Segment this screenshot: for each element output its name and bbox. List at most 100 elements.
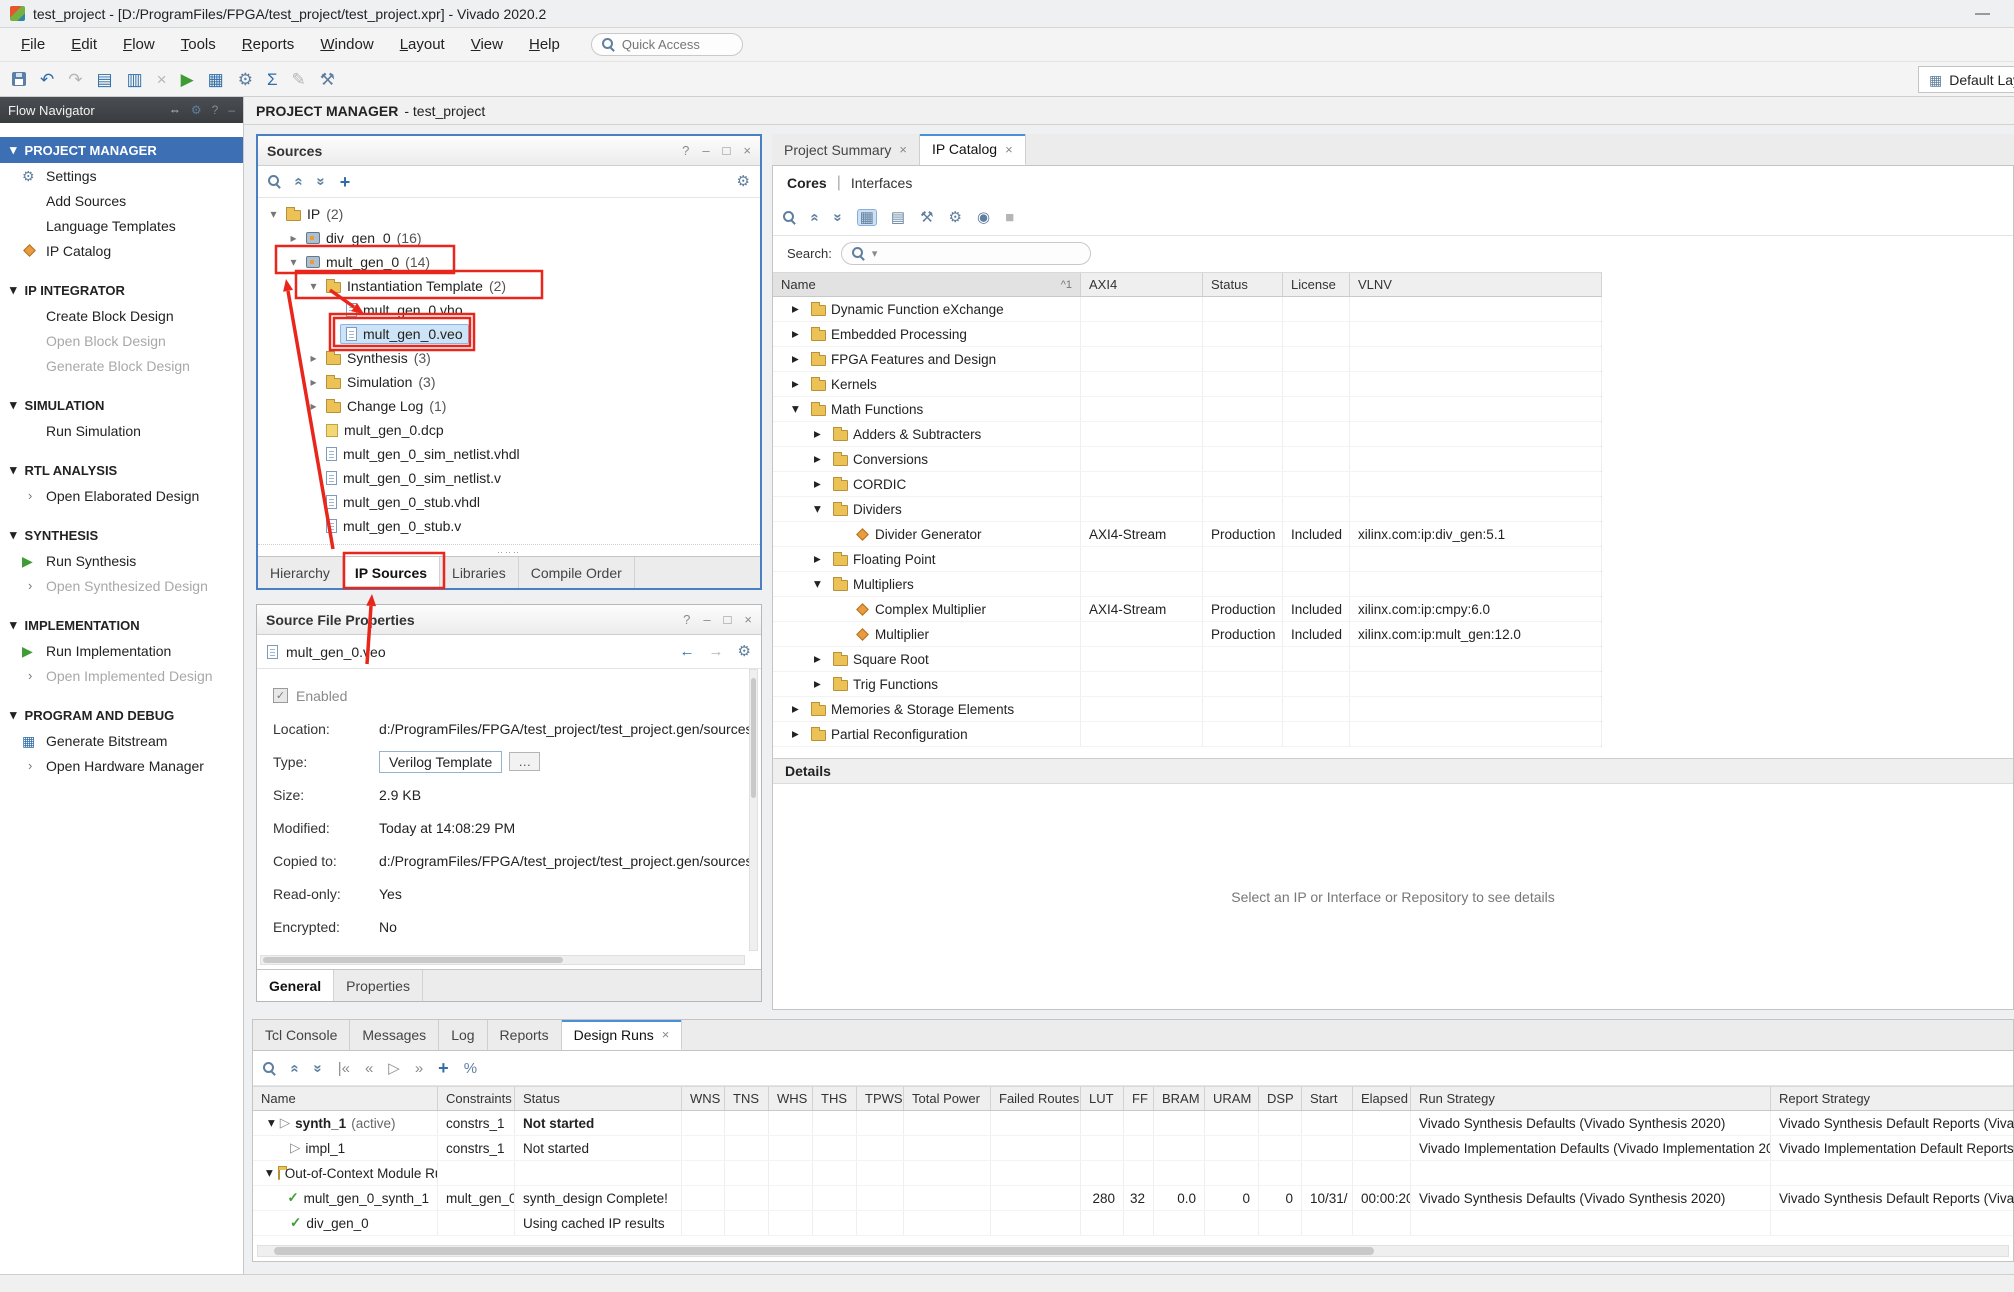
- splitter-handle[interactable]: ‥‥‥: [258, 544, 760, 556]
- tab-libraries[interactable]: Libraries: [440, 557, 519, 588]
- flow-section-rtl-analysis[interactable]: ▾RTL ANALYSIS: [0, 457, 243, 483]
- save-icon[interactable]: [12, 72, 26, 86]
- menu-file[interactable]: File: [8, 31, 58, 58]
- close-icon[interactable]: ×: [1005, 142, 1013, 157]
- flow-item-create-block-design[interactable]: Create Block Design: [0, 303, 243, 328]
- chevron-down-icon[interactable]: ▾: [792, 401, 806, 417]
- column-header-tpws[interactable]: TPWS: [857, 1087, 904, 1110]
- run-icon[interactable]: ▶: [181, 71, 194, 88]
- properties-hscrollbar[interactable]: [260, 955, 745, 965]
- column-header-whs[interactable]: WHS: [769, 1087, 813, 1110]
- run-toggle-icon[interactable]: ▷: [280, 1116, 290, 1130]
- expand-all-icon[interactable]: »: [314, 177, 329, 185]
- redo-icon[interactable]: ↷: [68, 71, 82, 88]
- layout-grid-icon[interactable]: ▦: [208, 71, 224, 88]
- chevron-right-icon[interactable]: ▸: [814, 451, 828, 467]
- run-toggle-icon[interactable]: ▷: [290, 1141, 300, 1155]
- sum-icon[interactable]: Σ: [267, 71, 278, 88]
- help-icon[interactable]: ?: [212, 104, 219, 116]
- column-header-report-strategy[interactable]: Report Strategy: [1771, 1087, 2014, 1110]
- flow-item-settings[interactable]: ⚙Settings: [0, 163, 243, 188]
- chevron-down-icon[interactable]: ▾: [266, 1165, 273, 1181]
- flow-item-open-elaborated-design[interactable]: ›Open Elaborated Design: [0, 483, 243, 508]
- collapse-all-icon[interactable]: «: [808, 213, 823, 221]
- minimize-icon[interactable]: –: [228, 104, 235, 116]
- flow-item-run-simulation[interactable]: Run Simulation: [0, 418, 243, 443]
- tab-tcl-console[interactable]: Tcl Console: [253, 1020, 350, 1050]
- run-row[interactable]: ▾Out-of-Context Module Runs: [253, 1161, 2013, 1186]
- collapse-all-icon[interactable]: «: [288, 1064, 303, 1072]
- tab-compile-order[interactable]: Compile Order: [519, 557, 635, 588]
- flow-item-run-synthesis[interactable]: ▶Run Synthesis: [0, 548, 243, 573]
- close-icon[interactable]: ×: [743, 144, 751, 157]
- chevron-right-icon[interactable]: ▸: [814, 426, 828, 442]
- chevron-down-icon[interactable]: ▾: [268, 1115, 275, 1131]
- tab-project-summary[interactable]: Project Summary×: [772, 134, 920, 165]
- tree-row[interactable]: ▸Simulation(3): [258, 370, 760, 394]
- tab-reports[interactable]: Reports: [488, 1020, 562, 1050]
- column-header-axi4[interactable]: AXI4: [1081, 273, 1203, 296]
- chevron-down-icon[interactable]: ▾: [306, 279, 321, 293]
- settings-icon[interactable]: ⚙: [737, 174, 750, 189]
- tree-item[interactable]: mult_gen_0_sim_netlist.vhdl: [321, 445, 525, 463]
- tree-item[interactable]: Change Log(1): [321, 397, 451, 415]
- catalog-row[interactable]: ▸Adders & Subtracters: [773, 422, 1601, 447]
- flow-item-generate-block-design[interactable]: Generate Block Design: [0, 353, 243, 378]
- tree-item[interactable]: IP(2): [281, 205, 348, 223]
- chevron-right-icon[interactable]: ▸: [814, 676, 828, 692]
- tree-row[interactable]: mult_gen_0_stub.v: [258, 514, 760, 538]
- expand-all-icon[interactable]: »: [831, 213, 846, 221]
- tree-item[interactable]: Synthesis(3): [321, 349, 436, 367]
- tab-general[interactable]: General: [257, 970, 334, 1001]
- delete-icon[interactable]: ×: [157, 71, 167, 88]
- tree-item[interactable]: mult_gen_0.dcp: [321, 421, 449, 439]
- catalog-row[interactable]: ▸Conversions: [773, 447, 1601, 472]
- subtab-cores[interactable]: Cores: [787, 175, 827, 191]
- search-icon[interactable]: [268, 175, 281, 188]
- catalog-row[interactable]: ▾Multipliers: [773, 572, 1601, 597]
- flow-item-ip-catalog[interactable]: IP Catalog: [0, 238, 243, 263]
- catalog-row[interactable]: ▸Floating Point: [773, 547, 1601, 572]
- properties-vscrollbar[interactable]: [749, 669, 758, 951]
- chevron-right-icon[interactable]: ▸: [306, 399, 321, 413]
- chevron-down-icon[interactable]: ▾: [286, 255, 301, 269]
- web-icon[interactable]: ◉: [977, 210, 990, 225]
- tree-row[interactable]: mult_gen_0_stub.vhdl: [258, 490, 760, 514]
- column-header-name[interactable]: Name: [253, 1087, 438, 1110]
- tab-design-runs[interactable]: Design Runs×: [562, 1020, 683, 1050]
- flow-item-add-sources[interactable]: Add Sources: [0, 188, 243, 213]
- enabled-checkbox[interactable]: ✓: [273, 688, 288, 703]
- column-header-ths[interactable]: THS: [813, 1087, 857, 1110]
- menu-tools[interactable]: Tools: [168, 31, 229, 58]
- step-back-icon[interactable]: «: [365, 1061, 373, 1076]
- catalog-row[interactable]: ▾Math Functions: [773, 397, 1601, 422]
- flow-section-synthesis[interactable]: ▾SYNTHESIS: [0, 522, 243, 548]
- help-icon[interactable]: ?: [682, 144, 689, 157]
- tree-item[interactable]: mult_gen_0_stub.vhdl: [321, 493, 485, 511]
- percent-icon[interactable]: %: [464, 1061, 477, 1076]
- column-header-name[interactable]: Name^1: [773, 273, 1081, 296]
- tab-log[interactable]: Log: [439, 1020, 487, 1050]
- catalog-row[interactable]: ▸Kernels: [773, 372, 1601, 397]
- tree-row[interactable]: ▾mult_gen_0(14): [258, 250, 760, 274]
- show-taxonomy-icon[interactable]: ▤: [891, 210, 905, 225]
- tree-item[interactable]: div_gen_0(16): [301, 229, 427, 247]
- catalog-row[interactable]: ▸Square Root: [773, 647, 1601, 672]
- column-header-dsp[interactable]: DSP: [1259, 1087, 1302, 1110]
- flow-item-language-templates[interactable]: Language Templates: [0, 213, 243, 238]
- tree-row[interactable]: mult_gen_0.dcp: [258, 418, 760, 442]
- run-row[interactable]: ▾▷synth_1(active)constrs_1Not startedViv…: [253, 1111, 2013, 1136]
- undo-icon[interactable]: ↶: [40, 71, 54, 88]
- chevron-down-icon[interactable]: ▾: [814, 501, 828, 517]
- subtab-interfaces[interactable]: Interfaces: [851, 175, 912, 191]
- flow-section-project-manager[interactable]: ▾PROJECT MANAGER: [0, 137, 243, 163]
- expand-all-icon[interactable]: »: [311, 1064, 326, 1072]
- chevron-right-icon[interactable]: ▸: [814, 476, 828, 492]
- design-runs-hscrollbar[interactable]: [257, 1245, 2009, 1257]
- close-icon[interactable]: ×: [662, 1027, 670, 1042]
- minimize-icon[interactable]: –: [703, 613, 710, 626]
- menu-layout[interactable]: Layout: [387, 31, 458, 58]
- minimize-window-icon[interactable]: —: [1975, 5, 1990, 22]
- step-first-icon[interactable]: |«: [338, 1061, 350, 1076]
- column-header-ff[interactable]: FF: [1124, 1087, 1154, 1110]
